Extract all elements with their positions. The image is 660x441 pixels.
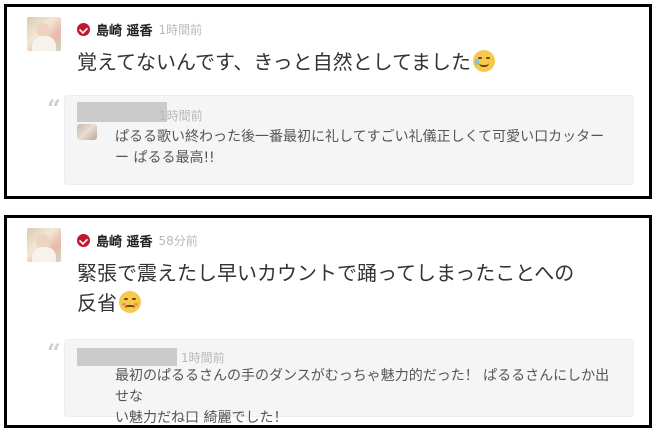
post-message-line: 緊張で震えたし早いカウントで踊ってしまったことへの [77,261,575,285]
comment-card: 島崎 遥香 1時間前 覚えてないんです、きっと自然としてました “ 1時間前 ぱ… [4,4,652,199]
reply-text: ぱるる歌い終わった後一番最初に礼してすごい礼儀正しくて可愛い口カッター ー ぱる… [115,127,615,169]
confounded-face-icon [119,291,141,313]
post-message: 緊張で震えたし早いカウントで踊ってしまったことへの 反省 [77,258,637,318]
reply-text-line: ぱるる歌い終わった後一番最初に礼してすごい礼儀正しくて可愛い口カッター [115,129,605,145]
reply-box: 1時間前 ぱるる歌い終わった後一番最初に礼してすごい礼儀正しくて可愛い口カッター… [64,95,634,185]
reply-text: 最初のぱるるさんの手のダンスがむっちゃ魅力的だった！ ぱるるさんにしか出せな い… [115,366,615,429]
reply-author-redacted [77,348,177,366]
author-row: 島崎 遥香 58分前 [77,231,198,250]
quote-icon: “ [47,338,61,367]
reply-time: 1時間前 [181,351,225,365]
comment-card: 島崎 遥香 58分前 緊張で震えたし早いカウントで踊ってしまったことへの 反省 … [4,215,652,428]
reply-author-redacted [77,102,167,122]
reply-text-line: い魅力だね口 綺麗でした！ [115,410,288,426]
author-name[interactable]: 島崎 遥香 [96,20,153,39]
post-time: 58分前 [158,233,198,248]
reply-text-line: 最初のぱるるさんの手のダンスがむっちゃ魅力的だった！ ぱるるさんにしか出せな [115,368,610,405]
verified-check-icon [77,22,90,36]
face-with-tears-of-joy-icon [473,50,495,72]
post-message-text: 反省 [77,291,117,315]
reply-avatar[interactable] [77,124,97,140]
author-row: 島崎 遥香 1時間前 [77,20,203,39]
post-message: 覚えてないんです、きっと自然としてました [77,47,637,77]
avatar[interactable] [27,17,61,51]
reply-text-line: ー ぱるる最高!! [115,150,215,166]
reply-time: 1時間前 [159,109,203,123]
reply-box: 1時間前 最初のぱるるさんの手のダンスがむっちゃ魅力的だった！ ぱるるさんにしか… [64,339,634,426]
verified-check-icon [77,233,90,247]
post-time: 1時間前 [158,22,203,37]
avatar[interactable] [27,228,61,262]
author-name[interactable]: 島崎 遥香 [96,231,153,250]
post-message-line-2: 反省 [77,288,637,318]
quote-icon: “ [47,94,61,123]
post-message-text: 覚えてないんです、きっと自然としてました [77,50,471,74]
